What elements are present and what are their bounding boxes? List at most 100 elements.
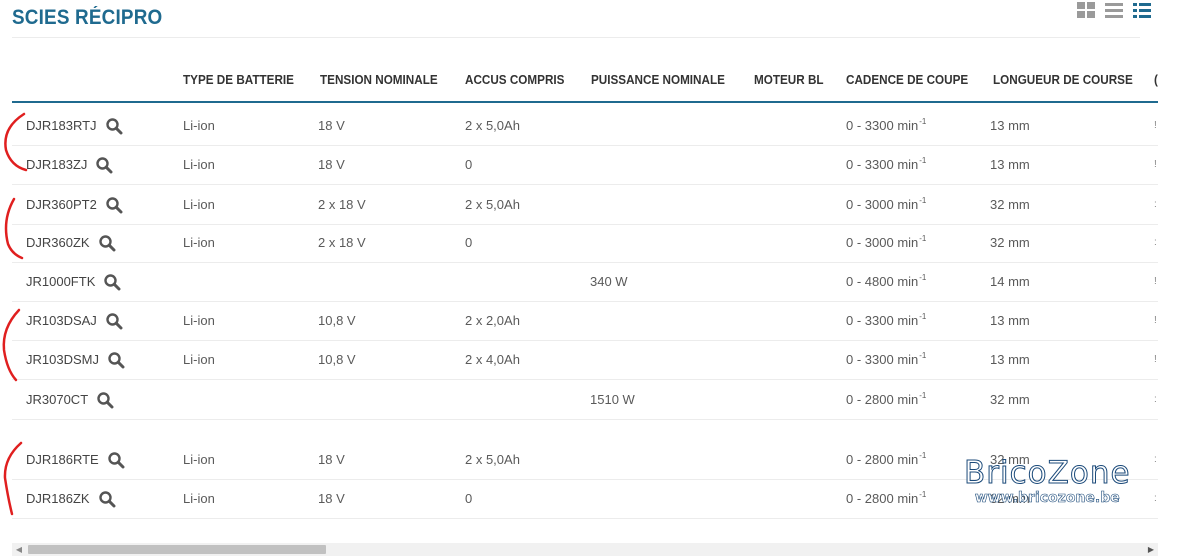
- cell-accus: 0: [465, 157, 473, 172]
- cell-cadence: 0 - 3300 min -1: [846, 301, 926, 340]
- cell-clipped: !: [1154, 354, 1157, 365]
- search-icon[interactable]: [107, 351, 125, 369]
- product-model: DJR186ZK: [26, 479, 116, 518]
- cadence-unit-exponent: -1: [919, 156, 927, 165]
- cell-cadence: 0 - 3300 min -1: [846, 106, 926, 145]
- cell-tension: 18 V: [318, 452, 345, 467]
- column-header-clipped[interactable]: (: [1154, 72, 1158, 87]
- search-icon[interactable]: [96, 391, 114, 409]
- title-divider: [12, 37, 1140, 38]
- product-model-label[interactable]: JR1000FTK: [26, 274, 95, 289]
- product-model-label[interactable]: JR103DSAJ: [26, 313, 97, 328]
- cell-cadence: 0 - 3000 min -1: [846, 223, 926, 262]
- product-model-label[interactable]: DJR360ZK: [26, 235, 90, 250]
- cadence-unit-exponent: -1: [919, 391, 927, 400]
- cell-type: Li-ion: [183, 452, 215, 467]
- cadence-unit-exponent: -1: [919, 234, 927, 243]
- search-icon[interactable]: [98, 490, 116, 508]
- product-model-label[interactable]: DJR183ZJ: [26, 157, 87, 172]
- column-header-accus[interactable]: ACCUS COMPRIS: [465, 72, 564, 87]
- scroll-left-arrow-icon[interactable]: ◀: [12, 543, 26, 556]
- table-row: DJR360PT2 Li-ion 2 x 18 V 2 x 5,0Ah 32 mm 0 -…: [12, 185, 1158, 225]
- cadence-unit-exponent: -1: [919, 196, 927, 205]
- product-model-label[interactable]: DJR186RTE: [26, 452, 99, 467]
- cell-clipped: :: [1154, 199, 1157, 210]
- cell-course: 13 mm: [990, 313, 1030, 328]
- grid-view-icon[interactable]: [1076, 1, 1096, 24]
- search-icon[interactable]: [105, 312, 123, 330]
- list-view-icon[interactable]: [1104, 1, 1124, 24]
- product-model-label[interactable]: JR3070CT: [26, 392, 88, 407]
- cell-clipped: !: [1154, 276, 1157, 287]
- cell-type: Li-ion: [183, 157, 215, 172]
- table-row: DJR360ZK Li-ion 2 x 18 V 0 32 mm 0 - 3000 min…: [12, 223, 1158, 263]
- cadence-unit-exponent: -1: [919, 490, 927, 499]
- cell-tension: 18 V: [318, 491, 345, 506]
- detail-list-view-icon[interactable]: [1132, 1, 1152, 24]
- product-model-label[interactable]: JR103DSMJ: [26, 352, 99, 367]
- cell-type: Li-ion: [183, 313, 215, 328]
- column-header-cadence[interactable]: CADENCE DE COUPE: [846, 72, 968, 87]
- horizontal-scrollbar[interactable]: ◀ ▶: [12, 543, 1158, 556]
- cell-cadence: 0 - 4800 min -1: [846, 262, 926, 301]
- search-icon[interactable]: [107, 451, 125, 469]
- column-header-puissance[interactable]: PUISSANCE NOMINALE: [591, 72, 725, 87]
- cell-cadence: 0 - 3300 min -1: [846, 340, 926, 379]
- cell-type: Li-ion: [183, 197, 215, 212]
- product-model-label[interactable]: DJR186ZK: [26, 491, 90, 506]
- cadence-value: 0 - 2800 min: [846, 392, 919, 407]
- cadence-value: 0 - 4800 min: [846, 274, 919, 289]
- cadence-value: 0 - 2800 min: [846, 452, 919, 467]
- cell-tension: 2 x 18 V: [318, 235, 366, 250]
- scroll-thumb[interactable]: [28, 545, 326, 554]
- cell-accus: 2 x 5,0Ah: [465, 118, 520, 133]
- cadence-value: 0 - 3300 min: [846, 157, 919, 172]
- cell-accus: 0: [465, 235, 473, 250]
- product-model: DJR360ZK: [26, 223, 116, 262]
- cell-clipped: :: [1154, 454, 1157, 465]
- scroll-right-arrow-icon[interactable]: ▶: [1144, 543, 1158, 556]
- product-model: JR1000FTK: [26, 262, 121, 301]
- cell-clipped: :: [1154, 493, 1157, 504]
- search-icon[interactable]: [103, 273, 121, 291]
- cadence-unit-exponent: -1: [919, 117, 927, 126]
- search-icon[interactable]: [98, 234, 116, 252]
- cell-type: Li-ion: [183, 491, 215, 506]
- cell-accus: 0: [465, 491, 473, 506]
- watermark-title: BricoZone: [964, 455, 1131, 491]
- cell-tension: 10,8 V: [318, 352, 356, 367]
- product-model-label[interactable]: DJR360PT2: [26, 197, 97, 212]
- table-row: DJR183RTJ Li-ion 18 V 2 x 5,0Ah 13 mm 0 - 330…: [12, 106, 1158, 146]
- product-model: DJR186RTE: [26, 440, 125, 479]
- cell-accus: 2 x 5,0Ah: [465, 197, 520, 212]
- watermark: BricoZone www.bricozone.be: [964, 455, 1131, 507]
- column-header-tension[interactable]: TENSION NOMINALE: [320, 72, 438, 87]
- cell-course: 14 mm: [990, 274, 1030, 289]
- cell-tension: 2 x 18 V: [318, 197, 366, 212]
- column-header-type[interactable]: TYPE DE BATTERIE: [183, 72, 294, 87]
- cell-accus: 2 x 5,0Ah: [465, 452, 520, 467]
- cell-puissance: 1510 W: [590, 392, 635, 407]
- view-switcher: [1076, 1, 1152, 24]
- cell-course: 13 mm: [990, 157, 1030, 172]
- product-model-label[interactable]: DJR183RTJ: [26, 118, 97, 133]
- cell-cadence: 0 - 2800 min -1: [846, 479, 926, 518]
- cell-cadence: 0 - 2800 min -1: [846, 440, 926, 479]
- cell-clipped: !: [1154, 315, 1157, 326]
- cell-course: 32 mm: [990, 197, 1030, 212]
- table-row: DJR183ZJ Li-ion 18 V 0 13 mm 0 - 3300 min -1!: [12, 145, 1158, 185]
- cell-accus: 2 x 2,0Ah: [465, 313, 520, 328]
- search-icon[interactable]: [95, 156, 113, 174]
- cell-puissance: 340 W: [590, 274, 628, 289]
- search-icon[interactable]: [105, 117, 123, 135]
- cell-clipped: :: [1154, 394, 1157, 405]
- search-icon[interactable]: [105, 196, 123, 214]
- table-row: JR3070CT 1510 W 32 mm 0 - 2800 min -1:: [12, 380, 1158, 420]
- table-row: JR1000FTK 340 W 14 mm 0 - 4800 min -1!: [12, 262, 1158, 302]
- column-header-course[interactable]: LONGUEUR DE COURSE: [993, 72, 1133, 87]
- column-header-moteur[interactable]: MOTEUR BL: [754, 72, 824, 87]
- cadence-value: 0 - 3000 min: [846, 235, 919, 250]
- product-model: JR103DSMJ: [26, 340, 125, 379]
- cell-tension: 18 V: [318, 157, 345, 172]
- cadence-unit-exponent: -1: [919, 351, 927, 360]
